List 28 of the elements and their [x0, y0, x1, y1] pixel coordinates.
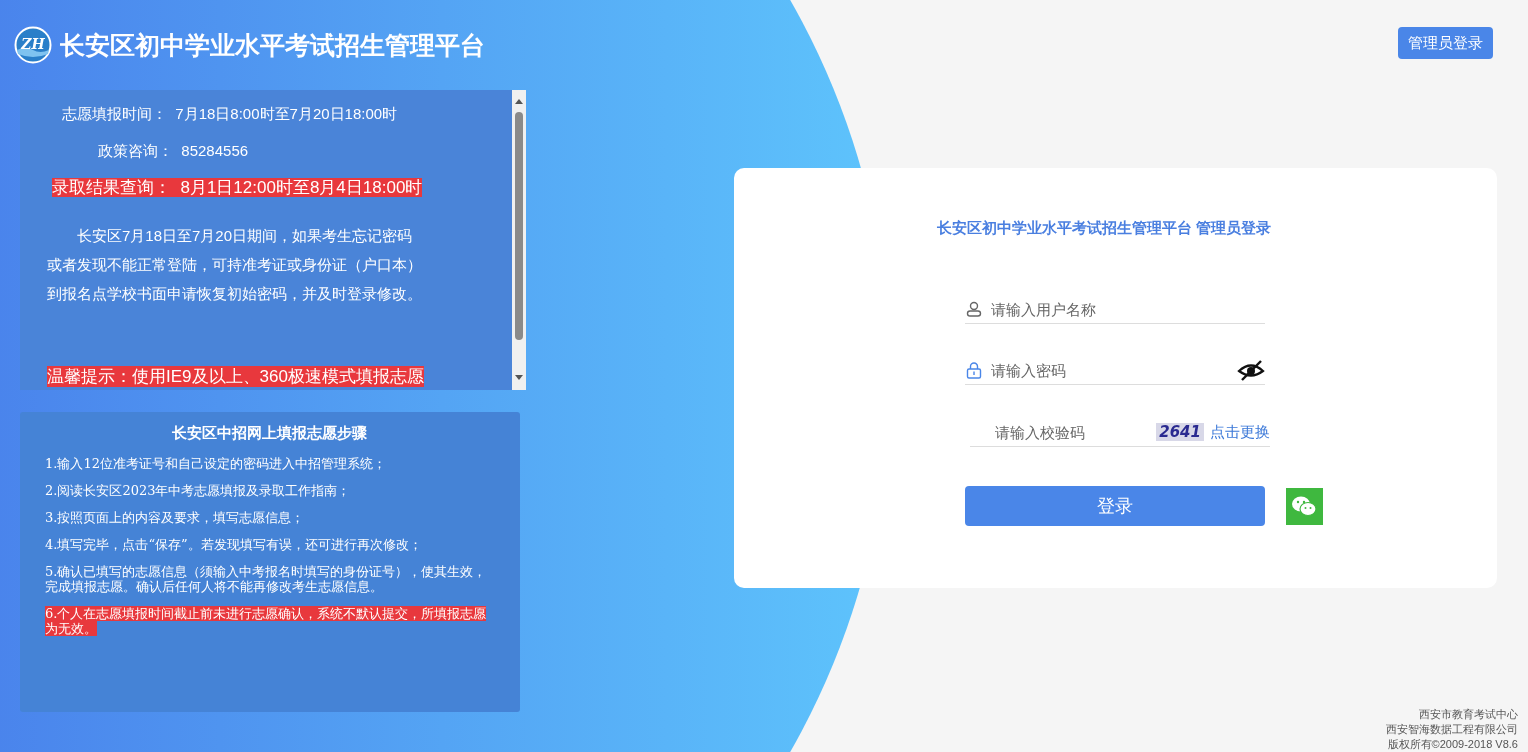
warm-tip: 温馨提示：使用IE9及以上、360极速模式填报志愿 [47, 366, 424, 387]
username-field[interactable]: 请输入用户名称 [989, 299, 1265, 319]
step-item: 3.按照页面上的内容及要求，填写志愿信息； [45, 510, 306, 525]
user-icon [965, 300, 983, 318]
password-field[interactable]: 请输入密码 [989, 360, 1231, 380]
eye-slash-icon[interactable] [1237, 358, 1265, 382]
step-item: 4.填写完毕，点击“保存”。若发现填写有误，还可进行再次修改； [45, 537, 423, 552]
login-button[interactable]: 登录 [965, 486, 1265, 526]
site-title: 长安区初中学业水平考试招生管理平台 [60, 29, 485, 61]
login-title: 长安区初中学业水平考试招生管理平台 管理员登录 [937, 219, 1273, 238]
captcha-field[interactable]: 请输入校验码 [970, 422, 1151, 442]
wechat-icon[interactable] [1286, 487, 1323, 525]
footer-text: 版权所有©2009-2018 V8.6 [1387, 737, 1518, 752]
admin-login-button[interactable]: 管理员登录 [1398, 27, 1493, 59]
step-item: 1.输入12位准考证号和自己设定的密码进入中招管理系统； [45, 456, 387, 471]
captcha-image: 2641 [1156, 423, 1204, 441]
footer-text: 西安智海数据工程有限公司 [1386, 722, 1518, 737]
refresh-captcha-link[interactable]: 点击更换 [1210, 422, 1270, 442]
notice-line: 志愿填报时间： 7月18日8:00时至7月20日18:00时 [62, 104, 398, 123]
notice-paragraph: 长安区7月18日至7月20日期间，如果考生忘记密码 或者发现不能正常登陆，可持准考证或身份证（户口本） 到报名点学校书面申请恢复初始密码，并及时登录修改。 [47, 226, 423, 304]
step-item: 2.阅读长安区2023年中考志愿填报及录取工作指南； [45, 483, 352, 498]
step-item: 6.个人在志愿填报时间截止前未进行志愿确认，系统不默认提交，所填报志愿为无效。 [45, 606, 488, 636]
notice-line: 政策咨询： 85284556 [98, 141, 249, 160]
logo-icon: ZH [14, 26, 52, 64]
step-item: 5.确认已填写的志愿信息（须输入中考报名时填写的身份证号），使其生效，完成填报志愿。确认后任何人将不能再修改考生志愿信息。 [45, 564, 488, 594]
steps-title: 长安区中招网上填报志愿步骤 [171, 424, 368, 443]
footer-text: 西安市教育考试中心 [1419, 707, 1518, 722]
lock-icon [965, 361, 983, 379]
